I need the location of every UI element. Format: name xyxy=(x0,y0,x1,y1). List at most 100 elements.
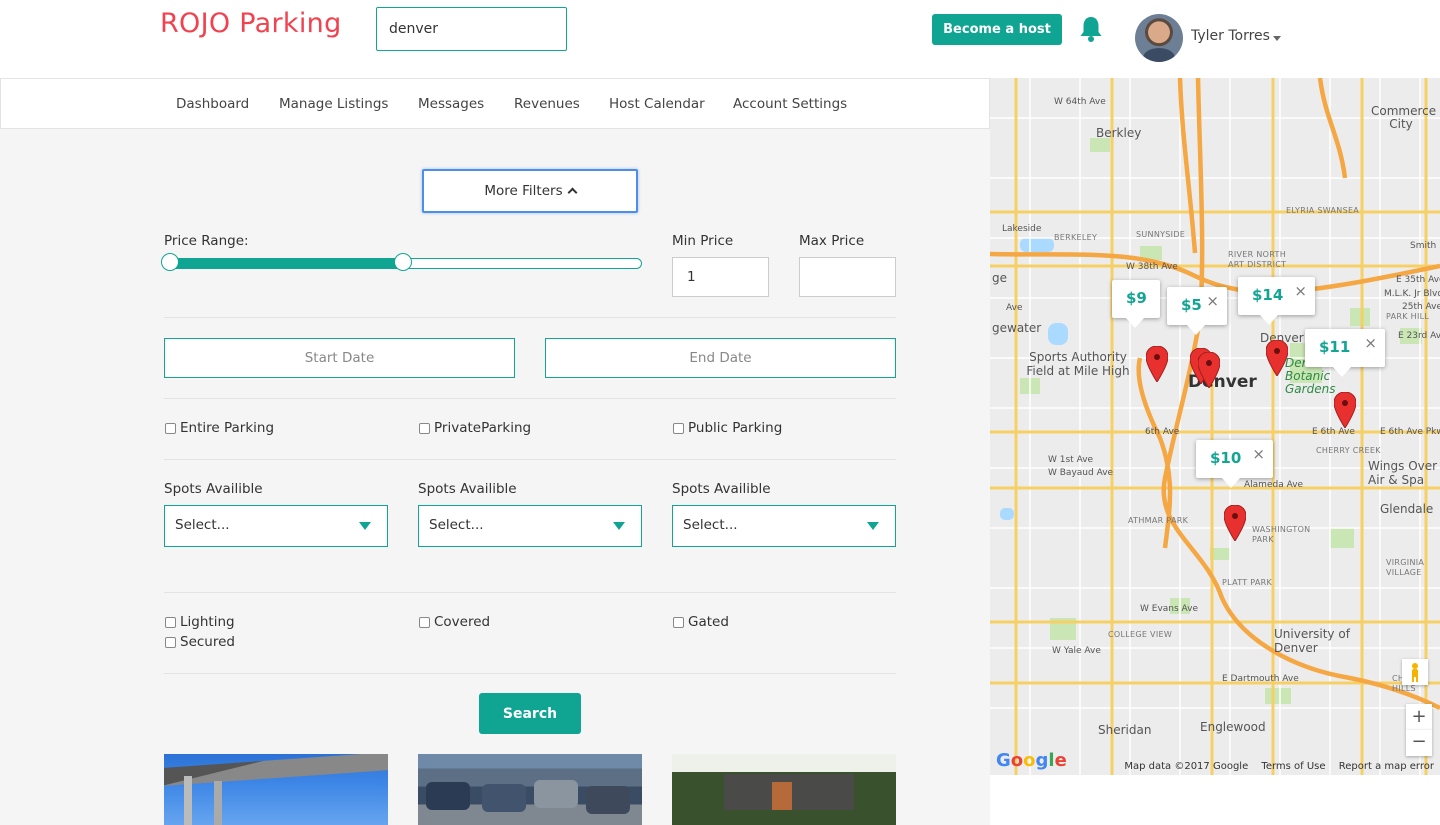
nav-account-settings[interactable]: Account Settings xyxy=(733,96,847,112)
zoom-in-button[interactable]: + xyxy=(1406,704,1432,730)
close-icon[interactable]: × xyxy=(1364,334,1377,352)
google-logo[interactable]: Google xyxy=(996,750,1067,771)
checkbox-box[interactable] xyxy=(419,616,430,628)
zoom-out-button[interactable]: − xyxy=(1406,730,1432,756)
map-street: Smith Rd xyxy=(1410,241,1440,251)
price-popup[interactable]: $9 xyxy=(1112,280,1160,328)
map-neighborhood: SUNNYSIDE xyxy=(1136,230,1186,239)
min-price-label: Min Price xyxy=(672,233,734,249)
map-street: W 38th Ave xyxy=(1126,262,1178,272)
secured-checkbox[interactable]: Secured xyxy=(165,634,235,650)
price-popup-value: $10 xyxy=(1210,449,1242,467)
price-popup[interactable]: $5 × xyxy=(1167,287,1227,335)
map-street: Ave xyxy=(1006,303,1023,313)
nav-dashboard[interactable]: Dashboard xyxy=(176,96,249,112)
max-price-label: Max Price xyxy=(799,233,865,249)
map-pin-icon[interactable] xyxy=(1224,505,1246,541)
map-street: E 6th Ave xyxy=(1312,427,1355,437)
select-value: Select... xyxy=(683,517,738,533)
checkbox-box[interactable] xyxy=(165,422,176,434)
spots-label-2: Spots Availible xyxy=(418,481,517,497)
popup-tail xyxy=(1126,318,1144,328)
select-value: Select... xyxy=(175,517,230,533)
dropdown-arrow-icon xyxy=(867,522,879,530)
close-icon[interactable]: × xyxy=(1206,292,1219,310)
price-range-min-handle[interactable] xyxy=(161,253,179,271)
price-range-label: Price Range: xyxy=(164,233,249,249)
map-pin-icon[interactable] xyxy=(1266,340,1288,376)
map-label-berkley: Berkley xyxy=(1096,126,1142,140)
gated-checkbox[interactable]: Gated xyxy=(673,614,729,630)
map-view[interactable]: Berkley Commerce City Lakeside Sports Au… xyxy=(990,78,1440,775)
entire-parking-checkbox[interactable]: Entire Parking xyxy=(165,420,274,436)
covered-checkbox[interactable]: Covered xyxy=(419,614,490,630)
spots-select-2[interactable]: Select... xyxy=(418,505,642,547)
end-date-button[interactable]: End Date xyxy=(545,338,896,378)
close-icon[interactable]: × xyxy=(1294,282,1307,300)
listing-thumbnail[interactable] xyxy=(418,754,642,825)
checkbox-box[interactable] xyxy=(673,422,684,434)
user-name[interactable]: Tyler Torres xyxy=(1191,28,1270,44)
chevron-up-icon xyxy=(567,187,578,198)
map-street: W Bayaud Ave xyxy=(1048,468,1114,478)
gated-label: Gated xyxy=(688,614,729,630)
map-label-lakeside: Lakeside xyxy=(1002,224,1042,234)
map-pin-icon[interactable] xyxy=(1334,392,1356,428)
user-menu-caret-icon[interactable] xyxy=(1273,36,1281,41)
map-pin-icon[interactable] xyxy=(1146,346,1168,382)
lighting-checkbox[interactable]: Lighting xyxy=(165,614,235,630)
map-label-wings-over: Wings Over Air & Spa xyxy=(1368,459,1438,487)
min-price-input[interactable] xyxy=(672,257,769,297)
private-parking-checkbox[interactable]: PrivateParking xyxy=(419,420,531,436)
nav-revenues[interactable]: Revenues xyxy=(514,96,580,112)
map-roads xyxy=(990,78,1440,775)
report-map-error-link[interactable]: Report a map error xyxy=(1339,761,1434,772)
user-avatar[interactable] xyxy=(1135,14,1183,62)
map-neighborhood: PARK HILL xyxy=(1386,312,1430,321)
dropdown-arrow-icon xyxy=(359,522,371,530)
listing-thumbnail[interactable] xyxy=(164,754,388,825)
site-logo[interactable]: ROJO Parking xyxy=(160,8,342,39)
start-date-button[interactable]: Start Date xyxy=(164,338,515,378)
search-button[interactable]: Search xyxy=(479,693,581,734)
checkbox-box[interactable] xyxy=(673,616,684,628)
terms-of-use-link[interactable]: Terms of Use xyxy=(1261,761,1325,772)
map-label-sheridan: Sheridan xyxy=(1098,723,1152,737)
price-range-max-handle[interactable] xyxy=(394,253,412,271)
map-pin-icon[interactable] xyxy=(1198,352,1220,388)
nav-host-calendar[interactable]: Host Calendar xyxy=(609,96,705,112)
lighting-label: Lighting xyxy=(180,614,235,630)
map-label-stadium: Sports Authority Field at Mile High xyxy=(1026,350,1130,378)
popup-tail xyxy=(1260,315,1278,325)
map-street: W 1st Ave xyxy=(1048,455,1094,465)
become-host-button[interactable]: Become a host xyxy=(932,14,1062,45)
price-popup[interactable]: $10 × xyxy=(1196,440,1273,488)
entire-parking-label: Entire Parking xyxy=(180,420,275,436)
public-parking-label: Public Parking xyxy=(688,420,783,436)
nav-messages[interactable]: Messages xyxy=(418,96,484,112)
top-header: ROJO Parking Become a host Tyler Torres xyxy=(0,0,1440,78)
map-label-commerce-city: Commerce City xyxy=(1371,104,1437,131)
nav-manage-listings[interactable]: Manage Listings xyxy=(279,96,388,112)
listing-thumbnail[interactable] xyxy=(672,754,896,825)
map-street: E 6th Ave Pkwy xyxy=(1380,427,1440,437)
checkbox-box[interactable] xyxy=(419,422,430,434)
max-price-input[interactable] xyxy=(799,257,896,297)
price-popup[interactable]: $11 × xyxy=(1305,329,1385,377)
notification-bell-icon[interactable] xyxy=(1076,14,1106,44)
price-popup-value: $9 xyxy=(1126,289,1147,307)
checkbox-box[interactable] xyxy=(165,636,176,648)
price-popup[interactable]: $14 × xyxy=(1238,277,1315,325)
public-parking-checkbox[interactable]: Public Parking xyxy=(673,420,782,436)
map-neighborhood: ELYRIA SWANSEA xyxy=(1286,206,1360,215)
street-view-pegman-icon[interactable] xyxy=(1402,659,1428,685)
more-filters-button[interactable]: More Filters xyxy=(422,169,638,213)
map-street: E Dartmouth Ave xyxy=(1222,674,1299,684)
location-search-input[interactable] xyxy=(376,7,567,51)
close-icon[interactable]: × xyxy=(1252,445,1265,463)
spots-select-3[interactable]: Select... xyxy=(672,505,896,547)
filter-panel: Dashboard Manage Listings Messages Reven… xyxy=(0,78,990,825)
checkbox-box[interactable] xyxy=(165,616,176,628)
spots-select-1[interactable]: Select... xyxy=(164,505,388,547)
map-label-englewood: Englewood xyxy=(1200,720,1266,734)
